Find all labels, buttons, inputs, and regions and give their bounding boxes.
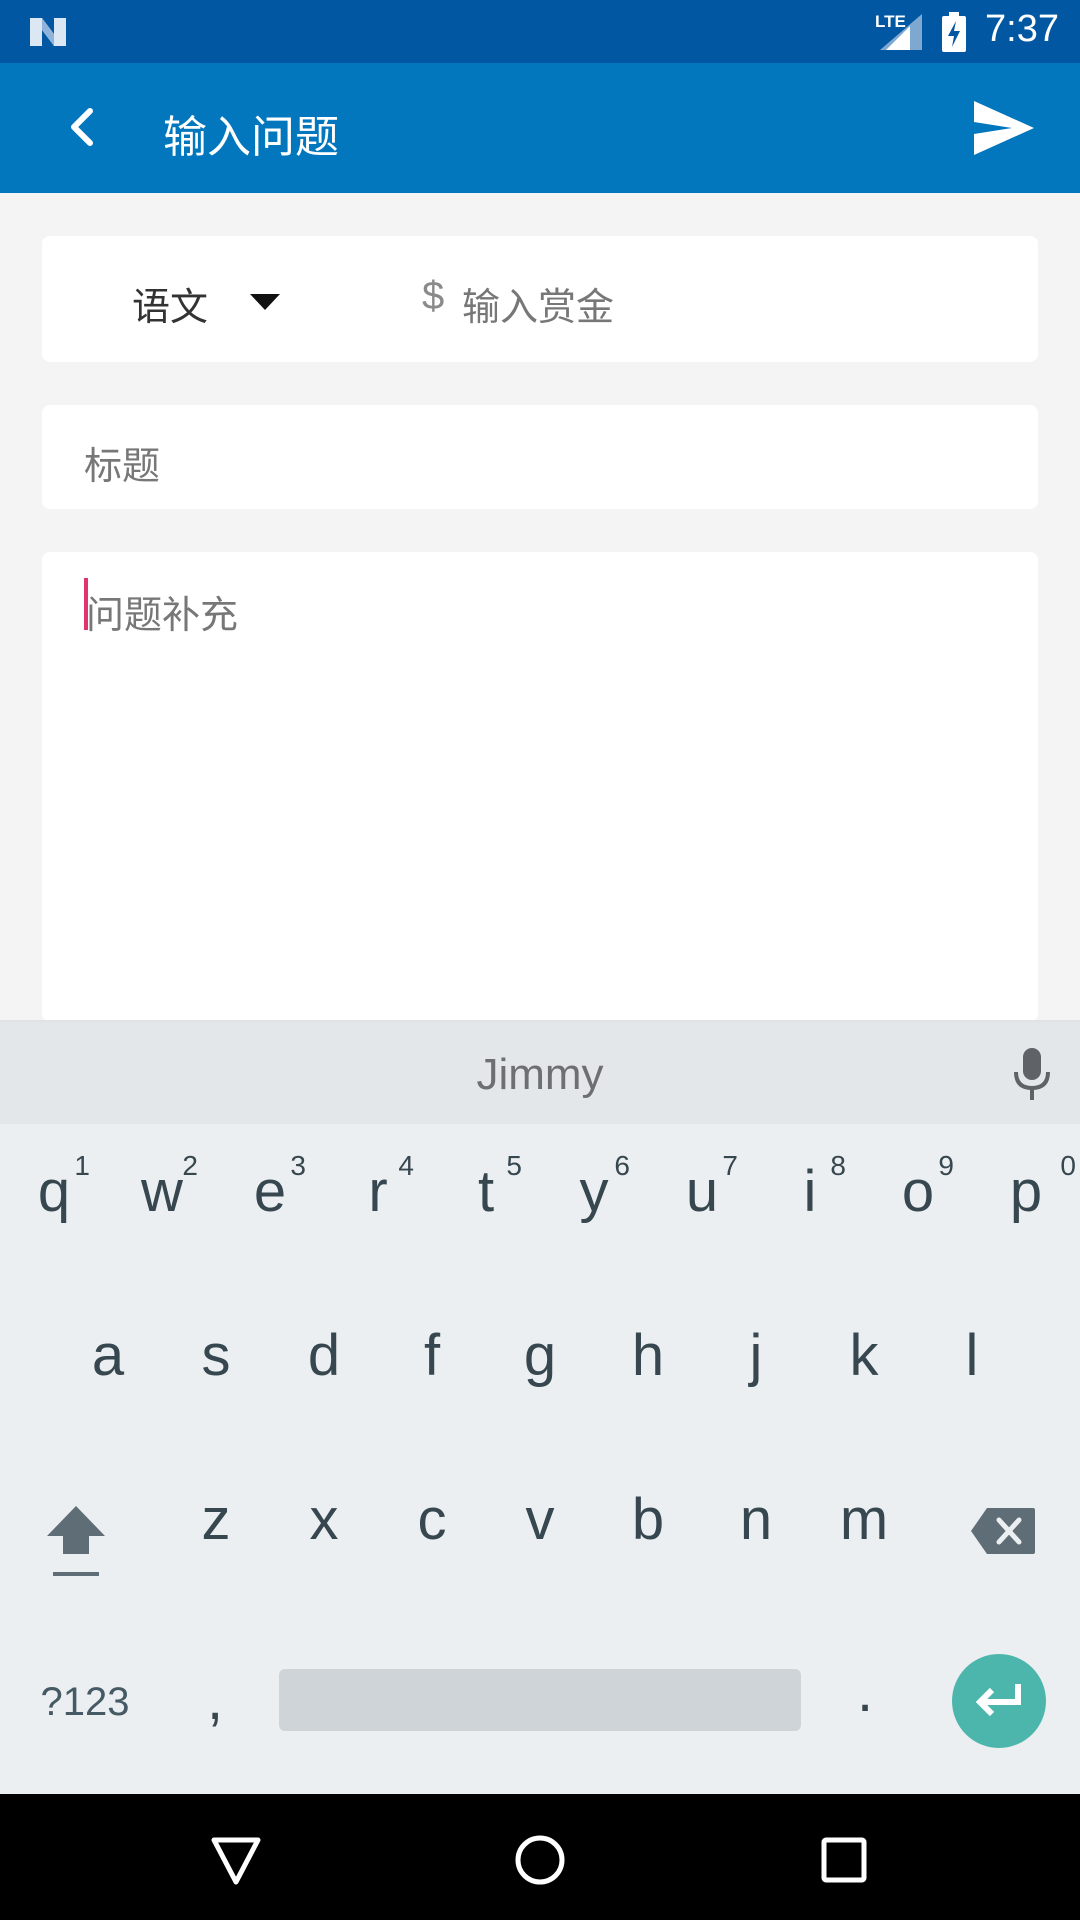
question-detail-input[interactable]: 问题补充 — [86, 584, 238, 639]
key-k[interactable]: k — [820, 1322, 908, 1442]
nav-back-icon[interactable] — [206, 1830, 266, 1890]
key-l[interactable]: l — [928, 1322, 1016, 1442]
nav-home-icon[interactable] — [510, 1830, 570, 1890]
shift-icon — [47, 1506, 105, 1576]
reward-input[interactable]: 输入赏金 — [462, 276, 614, 331]
symbols-key-label: ?123 — [40, 1680, 130, 1724]
suggestion-word[interactable]: Jimmy — [0, 1050, 1080, 1100]
enter-icon — [975, 1684, 1021, 1717]
key-a[interactable]: a — [64, 1322, 152, 1442]
mic-icon[interactable] — [1008, 1046, 1056, 1102]
page-title: 输入问题 — [163, 112, 339, 163]
key-v[interactable]: v — [496, 1486, 584, 1606]
backspace-icon — [971, 1508, 1035, 1554]
system-nav-bar — [0, 1794, 1080, 1920]
key-y[interactable]: y6 — [550, 1150, 638, 1288]
backspace-key[interactable] — [968, 1506, 1038, 1566]
nav-recents-icon[interactable] — [814, 1830, 874, 1890]
symbols-key[interactable]: ?123 — [30, 1680, 140, 1740]
space-bar[interactable] — [279, 1669, 801, 1731]
key-f[interactable]: f — [388, 1322, 476, 1442]
key-m[interactable]: m — [820, 1486, 908, 1606]
subject-selected-value: 语文 — [132, 285, 209, 329]
key-g[interactable]: g — [496, 1322, 584, 1442]
key-q[interactable]: q1 — [10, 1150, 98, 1288]
status-bar: LTE 7:37 — [0, 0, 1080, 63]
n-logo-icon — [30, 18, 66, 46]
back-arrow-icon[interactable] — [52, 93, 122, 163]
key-r[interactable]: r4 — [334, 1150, 422, 1288]
period-key[interactable]: . — [840, 1658, 890, 1738]
title-input[interactable]: 标题 — [84, 435, 160, 490]
key-c[interactable]: c — [388, 1486, 476, 1606]
key-w[interactable]: w2 — [118, 1150, 206, 1288]
subject-reward-card: 语文 $ 输入赏金 — [42, 236, 1038, 362]
app-bar: 输入问题 — [0, 63, 1080, 193]
comma-label: , — [206, 1667, 224, 1732]
key-x[interactable]: x — [280, 1486, 368, 1606]
suggestion-strip: Jimmy — [0, 1022, 1080, 1124]
key-s[interactable]: s — [172, 1322, 260, 1442]
key-u[interactable]: u7 — [658, 1150, 746, 1288]
key-i[interactable]: i8 — [766, 1150, 854, 1288]
comma-key[interactable]: , — [190, 1666, 240, 1746]
shift-key[interactable] — [36, 1502, 116, 1622]
key-o[interactable]: o9 — [874, 1150, 962, 1288]
key-d[interactable]: d — [280, 1322, 368, 1442]
enter-key[interactable] — [952, 1654, 1046, 1748]
soft-keyboard: Jimmy q1 w2 e3 r4 t5 y6 u7 i8 o9 p0 a s … — [0, 1020, 1080, 1796]
key-b[interactable]: b — [604, 1486, 692, 1606]
period-label: . — [856, 1659, 874, 1724]
key-h[interactable]: h — [604, 1322, 692, 1442]
signal-icon — [880, 14, 922, 50]
key-j[interactable]: j — [712, 1322, 800, 1442]
currency-icon: $ — [422, 274, 445, 318]
subject-dropdown[interactable]: 语文 — [102, 236, 332, 362]
dropdown-caret-icon — [250, 294, 280, 310]
send-icon[interactable] — [972, 99, 1036, 157]
battery-charging-icon — [942, 12, 966, 52]
title-card: 标题 — [42, 405, 1038, 509]
key-e[interactable]: e3 — [226, 1150, 314, 1288]
key-t[interactable]: t5 — [442, 1150, 530, 1288]
key-n[interactable]: n — [712, 1486, 800, 1606]
clock: 7:37 — [985, 8, 1059, 50]
key-z[interactable]: z — [172, 1486, 260, 1606]
key-p[interactable]: p0 — [982, 1150, 1076, 1288]
question-detail-card: 问题补充 — [42, 552, 1038, 1022]
